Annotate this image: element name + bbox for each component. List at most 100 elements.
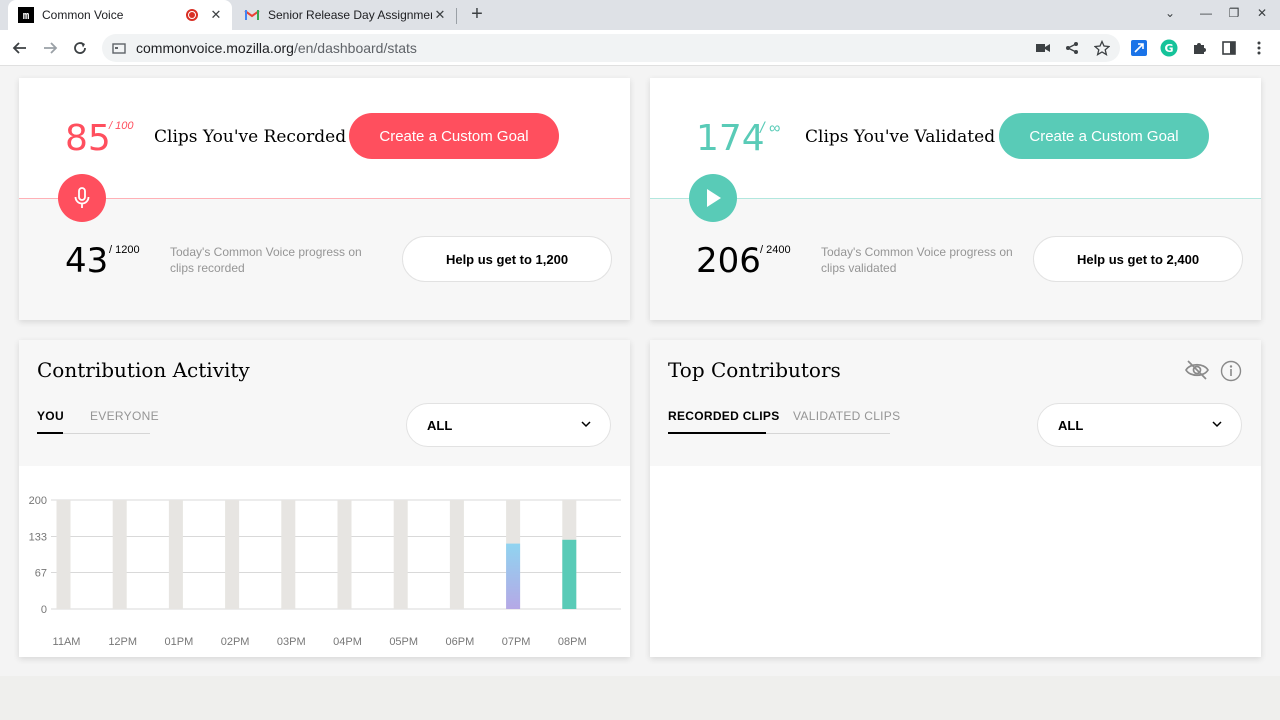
recorded-label: Clips You've Recorded (154, 127, 347, 147)
today-recorded-count: 43 (65, 241, 109, 281)
url-path: /en/dashboard/stats (293, 40, 417, 56)
reload-icon[interactable] (68, 36, 92, 60)
mozilla-favicon-icon: m (18, 7, 34, 23)
tab-everyone-underline (63, 433, 150, 434)
tab-you-underline (37, 432, 63, 434)
tab-title: Senior Release Day Assignment (268, 8, 432, 22)
x-tick-label: 11AM (53, 636, 81, 648)
bar-value (562, 539, 577, 609)
chevron-down-icon (1212, 421, 1222, 428)
x-tick-label: 06PM (446, 636, 475, 648)
help-get-1200-button[interactable]: Help us get to 1,200 (402, 236, 612, 282)
y-tick-label: 0 (41, 604, 47, 616)
tab-recorded-clips[interactable]: RECORDED CLIPS (668, 409, 780, 423)
activity-filter-dropdown[interactable]: ALL (406, 403, 611, 447)
visibility-off-icon[interactable] (1184, 359, 1210, 381)
contributors-title: Top Contributors (668, 358, 841, 382)
today-recorded-target: / 1200 (109, 244, 140, 256)
validated-divider (650, 198, 1261, 199)
create-custom-goal-button[interactable]: Create a Custom Goal (999, 113, 1209, 159)
bar-background (337, 500, 352, 609)
activity-title: Contribution Activity (37, 358, 250, 382)
browser-tab-bar: m Common Voice ✕ Senior Release Day Assi… (0, 0, 1280, 30)
today-validated-count: 206 (696, 241, 761, 281)
share-icon[interactable] (1063, 39, 1081, 57)
bookmark-star-icon[interactable] (1093, 39, 1111, 57)
today-validated-text: Today's Common Voice progress on clips v… (821, 245, 1013, 275)
bar-background (281, 500, 296, 609)
help-get-2400-button[interactable]: Help us get to 2,400 (1033, 236, 1243, 282)
x-tick-label: 03PM (277, 636, 306, 648)
back-icon[interactable] (8, 36, 32, 60)
svg-text:G: G (1164, 42, 1173, 55)
contributors-filter-dropdown[interactable]: ALL (1037, 403, 1242, 447)
recording-indicator-icon (186, 9, 198, 21)
microphone-icon[interactable] (58, 174, 106, 222)
tab-title: Common Voice (42, 8, 124, 22)
contributors-filter-value: ALL (1058, 417, 1084, 433)
browser-toolbar: commonvoice.mozilla.org/en/dashboard/sta… (0, 30, 1280, 66)
close-tab-icon[interactable]: ✕ (432, 7, 448, 23)
validated-label: Clips You've Validated (805, 127, 996, 147)
bar-background (225, 500, 240, 609)
today-recorded-text: Today's Common Voice progress on clips r… (170, 245, 362, 275)
extensions-puzzle-icon[interactable] (1190, 39, 1208, 57)
address-bar[interactable]: commonvoice.mozilla.org/en/dashboard/sta… (102, 34, 1120, 62)
x-tick-label: 07PM (502, 636, 531, 648)
recorded-goal-card: 85 / 100 Clips You've Recorded Create a … (19, 78, 630, 320)
top-contributors-card: Top Contributors RECORDED CLIPS VALIDATE… (650, 340, 1261, 657)
y-tick-label: 67 (35, 567, 47, 579)
tab-validated-underline (766, 433, 890, 434)
bar-value (506, 543, 521, 609)
tab-gmail[interactable]: Senior Release Day Assignment ✕ (236, 0, 456, 30)
contribution-activity-card: Contribution Activity YOU EVERYONE ALL 2… (19, 340, 630, 657)
tab-separator (456, 8, 457, 24)
x-tick-label: 04PM (333, 636, 362, 648)
bar-background (112, 500, 127, 609)
restore-icon[interactable]: ❐ (1224, 6, 1244, 20)
x-tick-label: 12PM (108, 636, 137, 648)
close-tab-icon[interactable]: ✕ (208, 7, 224, 23)
url-host: commonvoice.mozilla.org (136, 40, 294, 56)
x-tick-label: 02PM (221, 636, 250, 648)
recorded-goal-target: / 100 (109, 120, 134, 132)
minimize-icon[interactable]: — (1196, 6, 1216, 20)
tab-validated-clips[interactable]: VALIDATED CLIPS (793, 409, 900, 423)
recorded-count: 85 (65, 118, 111, 159)
tab-you[interactable]: YOU (37, 409, 64, 423)
extension-arrow-icon[interactable] (1130, 39, 1148, 57)
activity-filter-value: ALL (427, 417, 453, 433)
validated-count: 174 (696, 118, 765, 159)
tab-recorded-underline (668, 432, 766, 434)
bar-background (168, 500, 183, 609)
menu-kebab-icon[interactable] (1250, 39, 1268, 57)
activity-bar-chart: 200 133 67 0 11AM 12PM 01PM 02PM 03PM 04PM 05PM 06P… (29, 495, 621, 648)
y-tick-label: 200 (29, 495, 47, 507)
forward-icon[interactable] (38, 36, 62, 60)
validated-goal-card: 174 / ∞ Clips You've Validated Create a … (650, 78, 1261, 320)
gmail-favicon-icon (244, 10, 260, 20)
play-icon[interactable] (689, 174, 737, 222)
tab-common-voice[interactable]: m Common Voice ✕ (8, 0, 232, 30)
new-tab-icon[interactable]: + (466, 4, 488, 26)
create-custom-goal-button[interactable]: Create a Custom Goal (349, 113, 559, 159)
bar-background (56, 500, 71, 609)
close-window-icon[interactable]: ✕ (1252, 6, 1272, 20)
grammarly-icon[interactable]: G (1160, 39, 1178, 57)
validated-goal-target: / ∞ (760, 120, 781, 137)
page-footer-band (0, 676, 1280, 720)
site-info-icon[interactable] (112, 41, 126, 55)
y-tick-label: 133 (29, 532, 47, 544)
tab-everyone[interactable]: EVERYONE (90, 409, 159, 423)
side-panel-icon[interactable] (1220, 39, 1238, 57)
x-tick-label: 05PM (389, 636, 418, 648)
info-icon[interactable] (1220, 360, 1242, 382)
tab-search-icon[interactable]: ⌄ (1160, 6, 1180, 20)
bar-background (449, 500, 464, 609)
bar-background (393, 500, 408, 609)
chevron-down-icon (581, 421, 591, 428)
camera-icon[interactable] (1034, 39, 1052, 57)
x-tick-label: 08PM (558, 636, 587, 648)
recorded-divider (19, 198, 630, 199)
x-tick-label: 01PM (165, 636, 194, 648)
